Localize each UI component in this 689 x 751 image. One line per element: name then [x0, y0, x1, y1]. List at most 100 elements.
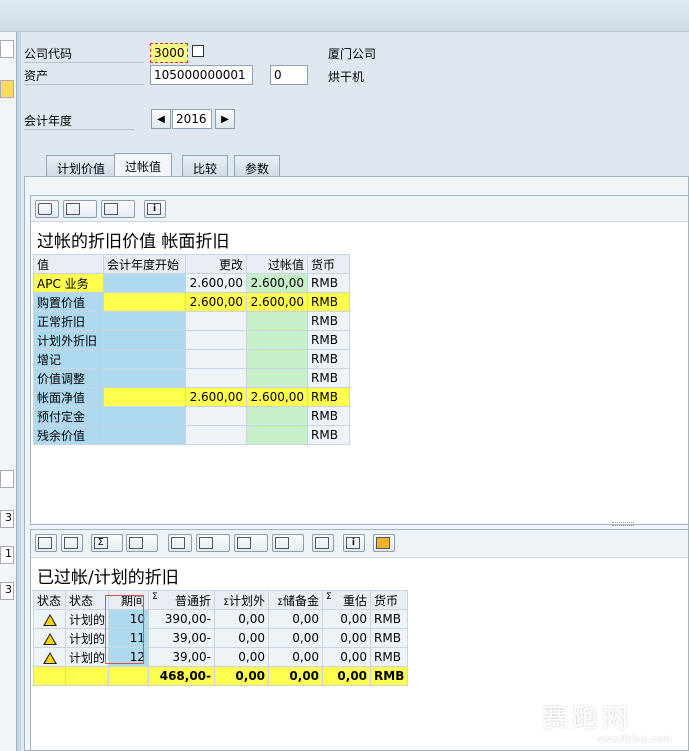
tab-planned-values[interactable]: 计划价值 [46, 155, 117, 177]
asset-subnumber-field[interactable]: 0 [270, 65, 308, 85]
table-row[interactable]: 增记 RMB [33, 349, 350, 369]
fiscal-year-field[interactable]: 2016 [172, 109, 212, 129]
export-icon [103, 203, 118, 215]
view-icon [199, 537, 214, 549]
warning-icon [42, 613, 57, 626]
details-button[interactable] [373, 534, 396, 552]
warning-icon [42, 632, 57, 645]
value-label-cell: 增记 [33, 349, 104, 369]
table-row[interactable]: APC 业务 2.600,00 2.600,00 RMB [33, 273, 350, 293]
fy-start-cell [103, 292, 186, 312]
subtotal-button[interactable] [126, 534, 159, 552]
info-button[interactable]: i [343, 534, 366, 552]
value-label-cell: 正常折旧 [33, 311, 104, 331]
column-header[interactable]: 会计年度开始 [103, 254, 186, 274]
posted-cell [246, 368, 308, 388]
previous-year-button[interactable]: ◀ [151, 109, 171, 129]
period-column-highlight [105, 595, 144, 664]
left-stub-field[interactable] [0, 470, 14, 488]
export-button[interactable] [100, 200, 135, 218]
left-stub-value: 1 [0, 546, 14, 564]
view-button[interactable] [196, 534, 231, 552]
next-year-button[interactable]: ▶ [215, 109, 235, 129]
posted-cell: 2.600,00 [246, 273, 308, 293]
splitter[interactable] [17, 32, 21, 751]
column-header[interactable]: Σ储备金 [268, 590, 324, 610]
table-row[interactable]: 正常折旧 RMB [33, 311, 350, 331]
sum-button[interactable]: Σ [90, 534, 123, 552]
view-icon [65, 203, 80, 215]
left-stub-field[interactable] [0, 40, 14, 58]
column-header[interactable]: Σ计划外 [214, 590, 270, 610]
fy-start-cell [103, 273, 186, 293]
sort-ascending-button[interactable] [35, 534, 57, 552]
info-button[interactable]: i [144, 200, 167, 218]
status-icon-cell [33, 609, 66, 629]
column-header[interactable]: Σ 普通折 [148, 590, 216, 610]
posted-cell [246, 311, 308, 331]
graphic-button[interactable] [311, 534, 334, 552]
currency-cell: RMB [307, 273, 350, 293]
column-header[interactable]: 货币 [370, 590, 409, 610]
fiscal-year-label: 会计年度 [24, 112, 134, 130]
asset-label: 资产 [24, 67, 144, 85]
tab-comparison[interactable]: 比较 [182, 155, 229, 177]
table-row[interactable]: 计划的 10 390,00- 0,00 0,00 0,00 RMB [33, 609, 409, 629]
change-cell: 2.600,00 [185, 387, 247, 407]
left-stub-field[interactable] [0, 80, 14, 98]
layout-button[interactable] [271, 534, 304, 552]
table-row[interactable]: 预付定金 RMB [33, 406, 350, 426]
warning-icon [42, 651, 57, 664]
export-button[interactable] [233, 534, 268, 552]
company-code-field[interactable]: 3000 [150, 43, 188, 63]
change-cell [185, 368, 247, 388]
posted-cell: 2.600,00 [246, 387, 308, 407]
currency-cell: RMB [307, 406, 350, 426]
table-row[interactable]: 计划外折旧 RMB [33, 330, 350, 350]
table-row[interactable]: 残余价值 RMB [33, 425, 350, 445]
unplanned-dep-cell: 0,00 [214, 628, 270, 648]
posted-cell [246, 349, 308, 369]
column-header[interactable]: 值 [33, 254, 104, 274]
layout-icon [274, 537, 289, 549]
column-header[interactable]: 过帐值 [246, 254, 308, 274]
fy-start-cell [103, 349, 186, 369]
total-blank-cell [108, 666, 150, 686]
column-header[interactable]: Σ 重估 [322, 590, 372, 610]
posted-values-panel: i 过帐的折旧价值 帐面折旧 值 会计年度开始 更改 过帐值 货币 APC 业务… [30, 195, 689, 525]
revaluation-cell: 0,00 [322, 647, 372, 667]
print-button[interactable] [168, 534, 193, 552]
splitter-handle[interactable] [612, 522, 634, 526]
reserve-cell: 0,00 [268, 628, 324, 648]
status-text-cell: 计划的 [64, 647, 110, 667]
table-row[interactable]: 价值调整 RMB [33, 368, 350, 388]
tab-posted-values[interactable]: 过帐值 [114, 153, 173, 177]
column-header[interactable]: 更改 [185, 254, 247, 274]
value-label-cell: 预付定金 [33, 406, 104, 426]
column-header[interactable]: 货币 [307, 254, 350, 274]
unplanned-dep-cell: 0,00 [214, 609, 270, 629]
sort-descending-button[interactable] [60, 534, 83, 552]
ordinary-dep-cell: 39,00- [148, 628, 216, 648]
total-currency-cell: RMB [370, 666, 409, 686]
total-blank-cell [33, 666, 66, 686]
table-row[interactable]: 计划的 12 39,00- 0,00 0,00 0,00 RMB [33, 647, 409, 667]
print-button[interactable] [35, 200, 59, 218]
posted-values-table: 值 会计年度开始 更改 过帐值 货币 APC 业务 2.600,00 2.600,0… [33, 254, 350, 445]
currency-cell: RMB [307, 292, 350, 312]
fy-start-cell [103, 387, 186, 407]
table-row[interactable]: 计划的 11 39,00- 0,00 0,00 0,00 RMB [33, 628, 409, 648]
depreciation-table: 状态 状态 期间 Σ 普通折 Σ计划外 Σ储备金 Σ 重估 货币 计划的 10 390,… [33, 590, 409, 686]
copy-icon[interactable] [192, 45, 204, 57]
table-row[interactable]: 购置价值 2.600,00 2.600,00 RMB [33, 292, 350, 312]
tab-parameters[interactable]: 参数 [234, 155, 281, 177]
column-header[interactable]: 状态 [64, 590, 110, 610]
status-icon-cell [33, 647, 66, 667]
company-code-label: 公司代码 [24, 45, 144, 63]
asset-number-field[interactable]: 105000000001 [150, 65, 253, 85]
view-button[interactable] [62, 200, 97, 218]
table-row[interactable]: 帐面净值 2.600,00 2.600,00 RMB [33, 387, 350, 407]
column-header[interactable]: 状态 [33, 590, 66, 610]
posted-cell [246, 330, 308, 350]
change-cell: 2.600,00 [185, 273, 247, 293]
